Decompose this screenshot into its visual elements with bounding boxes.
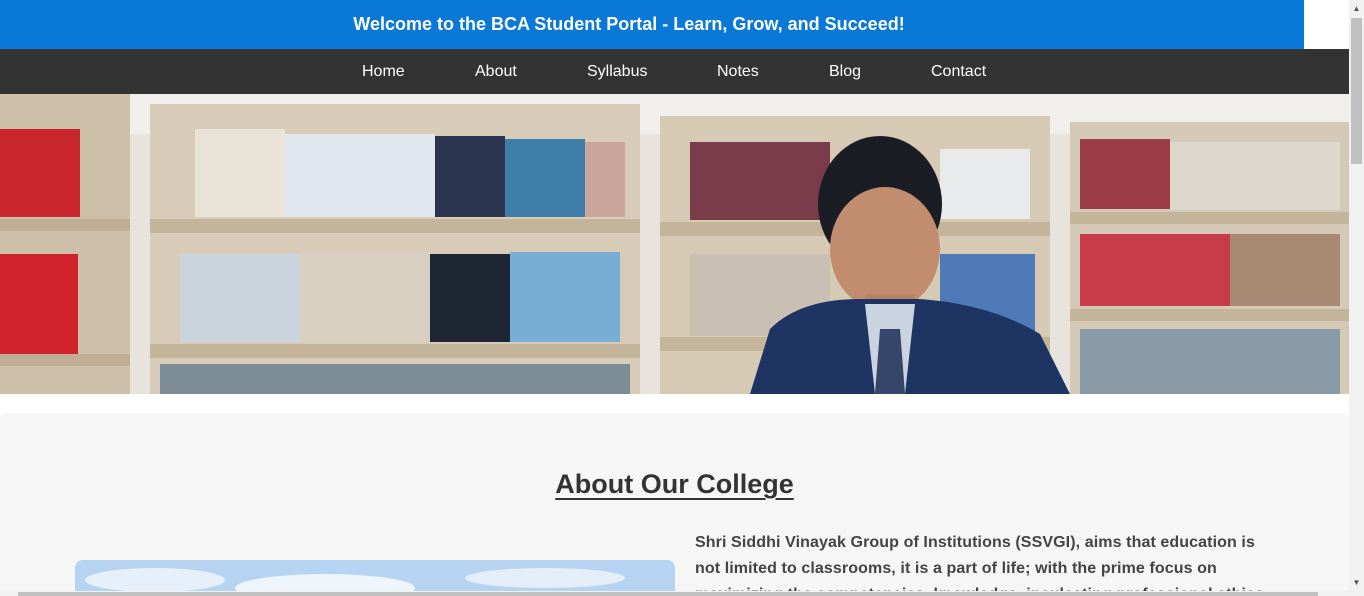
scroll-up-icon[interactable]: ▲: [1349, 0, 1364, 17]
horizontal-scrollbar[interactable]: [0, 591, 1349, 596]
main-nav: Home About Syllabus Notes Blog Contact: [0, 49, 1349, 94]
about-section: About Our College Shri Siddhi Vinayak Gr…: [0, 413, 1349, 596]
close-banner-button[interactable]: ✕: [1304, 0, 1349, 49]
hero-image: [0, 94, 1349, 394]
announcement-banner: Welcome to the BCA Student Portal - Lear…: [0, 0, 1304, 49]
close-icon: ✕: [1318, 14, 1335, 36]
horizontal-scroll-thumb[interactable]: [18, 592, 1318, 596]
about-paragraph-line: Shri Siddhi Vinayak Group of Institution…: [695, 534, 1255, 551]
about-title: About Our College: [555, 469, 794, 499]
scroll-down-icon[interactable]: ▼: [1349, 574, 1364, 591]
about-paragraph-line: not limited to classrooms, it is a part …: [695, 560, 1217, 577]
nav-syllabus[interactable]: Syllabus: [587, 49, 647, 94]
library-photo-icon: [0, 94, 1349, 394]
page: Welcome to the BCA Student Portal - Lear…: [0, 0, 1364, 596]
about-paragraph: Shri Siddhi Vinayak Group of Institution…: [695, 530, 1265, 596]
nav-notes[interactable]: Notes: [717, 49, 759, 94]
vertical-scroll-thumb[interactable]: [1351, 18, 1362, 164]
nav-blog[interactable]: Blog: [829, 49, 861, 94]
nav-about[interactable]: About: [475, 49, 517, 94]
nav-contact[interactable]: Contact: [931, 49, 986, 94]
vertical-scrollbar[interactable]: ▲ ▼: [1349, 0, 1364, 596]
banner-text: Welcome to the BCA Student Portal - Lear…: [353, 14, 905, 34]
nav-home[interactable]: Home: [362, 49, 405, 94]
